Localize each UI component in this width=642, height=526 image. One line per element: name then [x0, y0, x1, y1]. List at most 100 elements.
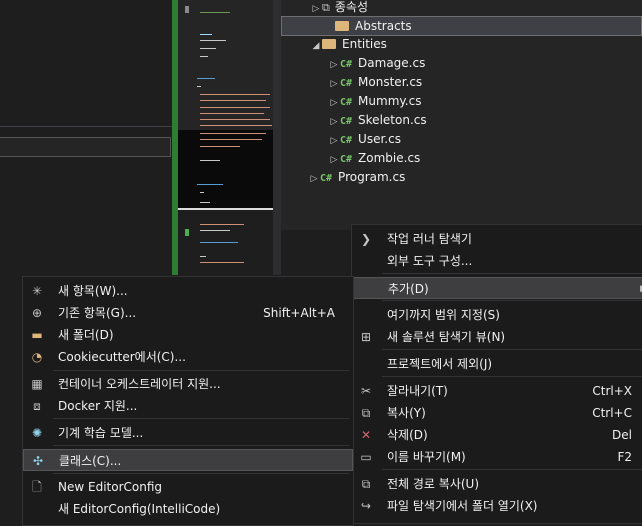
- delete-icon: ✕: [360, 428, 372, 442]
- menu-item-copy[interactable]: ⧉ 복사(Y) Ctrl+C: [352, 402, 642, 424]
- menu-separator: [382, 273, 642, 274]
- tree-item-entities[interactable]: ◢ Entities: [310, 35, 387, 54]
- menu-item-rename[interactable]: ▭ 이름 바꾸기(M) F2: [352, 446, 642, 468]
- menu-item-entry-2[interactable]: 추가(D)▶: [352, 277, 642, 299]
- menu-item-shortcut: Shift+Alt+A: [263, 306, 335, 320]
- tree-item-label: Monster.cs: [358, 75, 423, 89]
- menu-item-new-view[interactable]: ⊞ 새 솔루션 탐색기 뷰(N): [352, 326, 642, 348]
- expander-icon[interactable]: ◢: [310, 37, 322, 56]
- minimap-viewport-marker: [178, 208, 273, 210]
- minimap-code-line: [200, 160, 220, 161]
- tree-item-damage-cs[interactable]: ▷ C# Damage.cs: [328, 54, 426, 73]
- menu-item-docker[interactable]: ⧈ Docker 지원...: [23, 395, 353, 417]
- copy-icon: ⧉: [361, 406, 371, 420]
- menu-item-label: 삭제(D): [387, 428, 428, 442]
- menu-item-delete[interactable]: ✕ 삭제(D) Del: [352, 424, 642, 446]
- expander-icon[interactable]: ▷: [308, 170, 320, 189]
- container-icon: ▦: [31, 377, 43, 391]
- chevron-right-icon: ❯: [360, 232, 372, 246]
- menu-item-shortcut: Ctrl+C: [592, 406, 632, 420]
- csharp-file-icon: C#: [340, 59, 353, 70]
- tree-item-skeleton-cs[interactable]: ▷ C# Skeleton.cs: [328, 111, 427, 130]
- menu-item-cookiecutter[interactable]: ◔ Cookiecutter에서(C)...: [23, 346, 353, 368]
- menu-item-label: Cookiecutter에서(C)...: [58, 350, 186, 364]
- minimap-code-line: [200, 94, 270, 95]
- menu-separator: [53, 473, 349, 474]
- menu-item-class[interactable]: ✣ 클래스(C)...: [23, 449, 353, 471]
- menu-item-container[interactable]: ▦ 컨테이너 오케스트레이터 지원...: [23, 373, 353, 395]
- menu-item-new-item[interactable]: ✳ 새 항목(W)...: [23, 280, 353, 302]
- existing-item-icon: ⊕: [31, 306, 43, 320]
- minimap-code-line: [200, 56, 208, 57]
- menu-item-editorconfig-intellicode[interactable]: 새 EditorConfig(IntelliCode): [23, 498, 353, 520]
- cookiecutter-icon: ◔: [31, 350, 43, 364]
- menu-item-open-folder[interactable]: ↪ 파일 탐색기에서 폴더 열기(X): [352, 495, 642, 517]
- add-submenu: ✳ 새 항목(W)... ⊕ 기존 항목(G)... Shift+Alt+A ▬ 새 폴더(…: [22, 276, 354, 526]
- menu-item-label: 클래스(C)...: [59, 454, 122, 468]
- menu-item-shortcut: Ctrl+X: [592, 384, 632, 398]
- ml-model-icon: ✺: [31, 426, 43, 440]
- minimap-change-marker: [185, 229, 189, 236]
- menu-item-label: 전체 경로 복사(U): [387, 477, 480, 491]
- menu-separator: [382, 469, 642, 470]
- menu-item-label: 새 폴더(D): [58, 328, 114, 342]
- menu-item-label: New EditorConfig: [58, 480, 163, 494]
- folder-icon: [335, 21, 349, 31]
- minimap-code-line: [200, 107, 270, 108]
- menu-item-scissors[interactable]: ✂ 잘라내기(T) Ctrl+X: [352, 380, 642, 402]
- tree-item-zombie-cs[interactable]: ▷ C# Zombie.cs: [328, 149, 421, 168]
- csharp-file-icon: C#: [340, 154, 353, 165]
- menu-item-ml-model[interactable]: ✺ 기계 학습 모델...: [23, 422, 353, 444]
- minimap-marker: [185, 6, 189, 13]
- tree-item-mummy-cs[interactable]: ▷ C# Mummy.cs: [328, 92, 422, 111]
- tree-item-user-cs[interactable]: ▷ C# User.cs: [328, 130, 401, 149]
- menu-item-label: 이름 바꾸기(M): [387, 450, 466, 464]
- minimap-code-line: [200, 242, 238, 243]
- open-folder-icon: ↪: [360, 499, 372, 513]
- editor-divider: [0, 126, 172, 127]
- menu-item-new-folder[interactable]: ▬ 새 폴더(D): [23, 324, 353, 346]
- editor-input-field[interactable]: [0, 137, 171, 157]
- menu-item-label: 추가(D): [388, 282, 429, 296]
- editor-scrollbar[interactable]: [273, 0, 281, 275]
- minimap-code-line: [200, 40, 226, 41]
- menu-item-shortcut: F2: [617, 450, 632, 464]
- minimap-code-line: [200, 146, 240, 147]
- menu-item-entry-5[interactable]: 프로젝트에서 제외(J): [352, 353, 642, 375]
- minimap-code-line: [200, 119, 270, 120]
- minimap-code-line: [200, 12, 230, 13]
- menu-item-entry-3[interactable]: 여기까지 범위 지정(S): [352, 304, 642, 326]
- class-icon: ✣: [32, 454, 44, 468]
- copy-path-icon: ⧉: [361, 477, 371, 491]
- folder-icon: [322, 39, 336, 49]
- csharp-file-icon: C#: [340, 78, 353, 89]
- menu-item-label: 파일 탐색기에서 폴더 열기(X): [387, 499, 538, 513]
- scissors-icon: ✂: [360, 384, 372, 398]
- csharp-file-icon: C#: [320, 173, 333, 184]
- tree-item-abstracts[interactable]: Abstracts: [281, 16, 642, 36]
- minimap-code-line: [197, 78, 215, 79]
- rename-icon: ▭: [360, 450, 372, 464]
- minimap-code-line: [200, 125, 272, 126]
- menu-item-entry-1[interactable]: 외부 도구 구성...: [352, 250, 642, 272]
- minimap-code-line: [200, 262, 244, 263]
- tree-item-monster-cs[interactable]: ▷ C# Monster.cs: [328, 73, 423, 92]
- tree-item-label: User.cs: [358, 132, 401, 146]
- menu-separator: [382, 349, 642, 350]
- menu-separator: [53, 418, 349, 419]
- minimap-code-line: [200, 34, 212, 35]
- menu-separator: [53, 445, 349, 446]
- tree-item-label: Abstracts: [355, 19, 412, 33]
- tree-item-program-cs[interactable]: ▷ C# Program.cs: [308, 168, 406, 189]
- menu-item-label: 여기까지 범위 지정(S): [387, 308, 500, 322]
- csharp-file-icon: C#: [340, 135, 353, 146]
- minimap-code-line: [200, 139, 262, 140]
- menu-item-editorconfig[interactable]: 🗋 New EditorConfig: [23, 476, 353, 498]
- menu-item-existing-item[interactable]: ⊕ 기존 항목(G)... Shift+Alt+A: [23, 302, 353, 324]
- tree-item-label: Skeleton.cs: [358, 113, 427, 127]
- menu-item-chevron-right[interactable]: ❯ 작업 러너 탐색기: [352, 228, 642, 250]
- tree-item-종속성[interactable]: ▷ ⧉ 종속성: [310, 0, 368, 17]
- menu-separator: [53, 370, 349, 371]
- menu-item-label: 기계 학습 모델...: [58, 426, 144, 440]
- menu-item-copy-path[interactable]: ⧉ 전체 경로 복사(U): [352, 473, 642, 495]
